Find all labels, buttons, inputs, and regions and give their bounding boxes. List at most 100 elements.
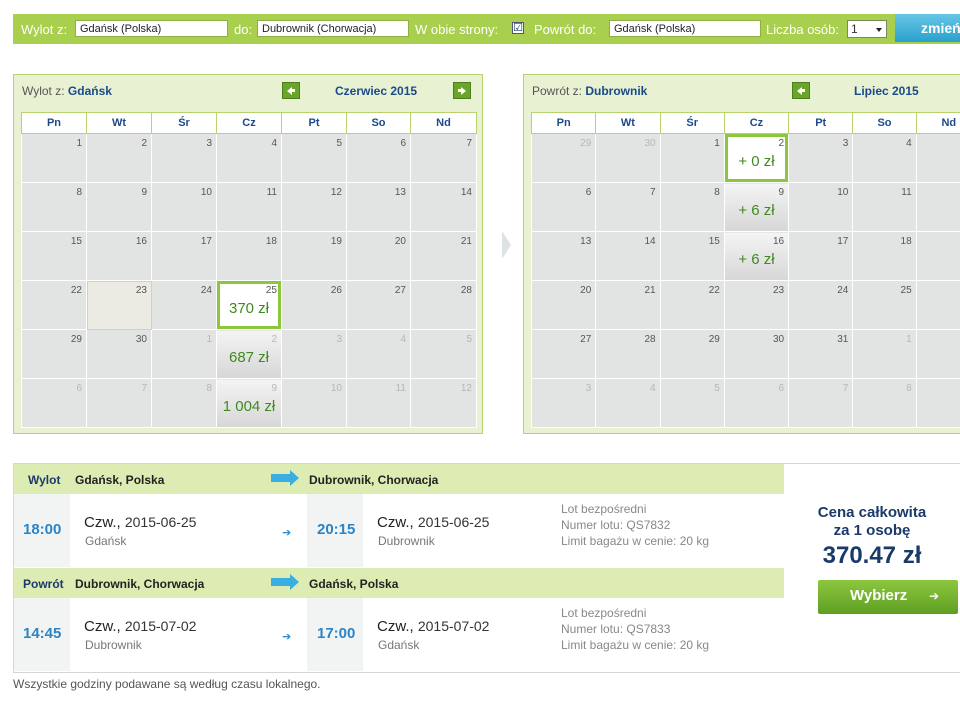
calendar-day-cell[interactable]: 13: [346, 182, 411, 232]
calendar-day-cell[interactable]: 27: [346, 280, 411, 330]
day-number: 12: [330, 187, 342, 198]
calendar-day-cell[interactable]: 2 687 zł: [216, 329, 282, 379]
calendar-day-cell[interactable]: 7: [788, 378, 854, 428]
calendar-day-cell[interactable]: 1: [659, 133, 725, 183]
calendar-day-cell[interactable]: 12: [281, 182, 347, 232]
calendar-day-cell[interactable]: 10: [788, 182, 854, 232]
calendar-day-cell[interactable]: 12: [410, 378, 477, 428]
calendar-day-cell[interactable]: 26: [281, 280, 347, 330]
calendar-day-cell[interactable]: 1: [21, 133, 87, 183]
day-number: 25: [265, 285, 277, 296]
calendar-day-cell[interactable]: 21: [410, 231, 477, 281]
calendar-day-cell[interactable]: 6: [21, 378, 87, 428]
calendar-day-cell[interactable]: 9: [915, 378, 960, 428]
calendar-day-cell[interactable]: 7: [595, 182, 661, 232]
select-button[interactable]: Wybierz ➔: [818, 580, 958, 614]
both-ways-checkbox[interactable]: ☑: [512, 22, 524, 34]
calendar-day-cell[interactable]: 11: [346, 378, 411, 428]
calendar-day-cell[interactable]: 6: [346, 133, 411, 183]
calendar-day-cell[interactable]: 7: [410, 133, 477, 183]
calendar-day-cell[interactable]: 13: [530, 231, 597, 281]
calendar-day-cell[interactable]: 8: [852, 378, 917, 428]
prev-month-arrow-icon[interactable]: [282, 82, 300, 99]
calendar-day-cell[interactable]: 3: [151, 133, 217, 183]
calendar-day-cell[interactable]: 24: [151, 280, 217, 330]
outbound-arr-date-value: 2015-06-25: [417, 514, 490, 530]
calendar-day-cell[interactable]: 24: [788, 280, 854, 330]
calendar-day-cell[interactable]: 2 + 0 zł: [723, 133, 790, 183]
calendar-day-cell[interactable]: 6: [530, 182, 597, 232]
calendar-day-cell[interactable]: 2: [86, 133, 152, 183]
calendar-day-cell[interactable]: 5: [410, 329, 477, 379]
calendar-day-cell[interactable]: 10: [281, 378, 347, 428]
from-input[interactable]: Gdańsk (Polska): [75, 20, 228, 37]
calendar-day-cell[interactable]: 6: [723, 378, 790, 428]
calendar-day-cell[interactable]: 1: [852, 329, 917, 379]
to-input[interactable]: Dubrownik (Chorwacja): [257, 20, 409, 37]
calendar-day-cell[interactable]: 29: [21, 329, 87, 379]
calendar-day-cell[interactable]: 17: [151, 231, 217, 281]
calendar-day-cell[interactable]: 5: [281, 133, 347, 183]
calendar-day-cell[interactable]: 22: [659, 280, 725, 330]
calendar-day-cell[interactable]: 16: [86, 231, 152, 281]
calendar-day-cell[interactable]: 1: [151, 329, 217, 379]
prev-month-arrow-icon[interactable]: [792, 82, 810, 99]
calendar-day-cell[interactable]: 7: [86, 378, 152, 428]
next-month-arrow-icon[interactable]: [453, 82, 471, 99]
calendar-day-cell[interactable]: 17: [788, 231, 854, 281]
calendar-day-cell[interactable]: 9: [86, 182, 152, 232]
persons-select[interactable]: 1: [847, 20, 887, 38]
calendar-day-cell[interactable]: 9 1 004 zł: [216, 378, 282, 428]
calendar-day-cell[interactable]: 9 + 6 zł: [723, 182, 790, 232]
calendar-day-cell[interactable]: 4: [852, 133, 917, 183]
calendar-day-cell[interactable]: 3: [281, 329, 347, 379]
calendar-day-cell[interactable]: 15: [21, 231, 87, 281]
calendar-day-cell[interactable]: 2: [915, 329, 960, 379]
calendar-day-cell[interactable]: 28: [410, 280, 477, 330]
calendar-day-cell[interactable]: 4: [595, 378, 661, 428]
calendar-day-cell[interactable]: 30: [86, 329, 152, 379]
calendar-day-cell[interactable]: 23: [86, 280, 152, 330]
change-button[interactable]: zmień: [895, 14, 960, 42]
calendar-day-cell[interactable]: 14: [410, 182, 477, 232]
calendar-day-cell[interactable]: 21: [595, 280, 661, 330]
calendar-day-cell[interactable]: 22: [21, 280, 87, 330]
calendar-day-cell[interactable]: 19: [915, 231, 960, 281]
calendar-day-cell[interactable]: 14: [595, 231, 661, 281]
calendar-day-cell[interactable]: 8: [151, 378, 217, 428]
calendar-day-cell[interactable]: 30: [595, 133, 661, 183]
calendar-day-cell[interactable]: 5: [915, 133, 960, 183]
outbound-baggage-limit: Limit bagażu w cenie: 20 kg: [561, 534, 710, 548]
calendar-day-cell[interactable]: 16 + 6 zł: [723, 231, 790, 281]
calendar-day-cell[interactable]: 27: [530, 329, 597, 379]
return-input[interactable]: Gdańsk (Polska): [609, 20, 761, 37]
calendar-day-cell[interactable]: 25: [852, 280, 917, 330]
calendar-day-cell[interactable]: 4: [216, 133, 282, 183]
calendar-day-cell[interactable]: 29: [530, 133, 597, 183]
calendar-day-cell[interactable]: 26: [915, 280, 960, 330]
calendar-day-cell[interactable]: 20: [530, 280, 597, 330]
calendar-day-cell[interactable]: 3: [788, 133, 854, 183]
calendar-day-cell[interactable]: 10: [151, 182, 217, 232]
calendar-day-cell[interactable]: 23: [723, 280, 790, 330]
calendar-day-cell[interactable]: 8: [659, 182, 725, 232]
calendar-day-cell[interactable]: 11: [216, 182, 282, 232]
calendar-day-cell[interactable]: 18: [852, 231, 917, 281]
calendar-day-cell[interactable]: 18: [216, 231, 282, 281]
calendar-day-cell[interactable]: 31: [788, 329, 854, 379]
calendar-day-cell[interactable]: 19: [281, 231, 347, 281]
calendar-day-cell[interactable]: 11: [852, 182, 917, 232]
calendar-day-cell[interactable]: 30: [723, 329, 790, 379]
calendar-day-cell[interactable]: 12: [915, 182, 960, 232]
calendar-day-cell[interactable]: 5: [659, 378, 725, 428]
calendar-day-cell[interactable]: 3: [530, 378, 597, 428]
calendar-day-cell[interactable]: 4: [346, 329, 411, 379]
calendar-day-cell[interactable]: 8: [21, 182, 87, 232]
calendar-day-cell[interactable]: 15: [659, 231, 725, 281]
calendar-week-row: 15 16 17 18 19 20 21: [21, 231, 477, 281]
calendar-day-cell[interactable]: 25 370 zł: [216, 280, 282, 330]
calendar-day-cell[interactable]: 29: [659, 329, 725, 379]
weekday-header: Śr: [659, 112, 725, 134]
calendar-day-cell[interactable]: 28: [595, 329, 661, 379]
calendar-day-cell[interactable]: 20: [346, 231, 411, 281]
